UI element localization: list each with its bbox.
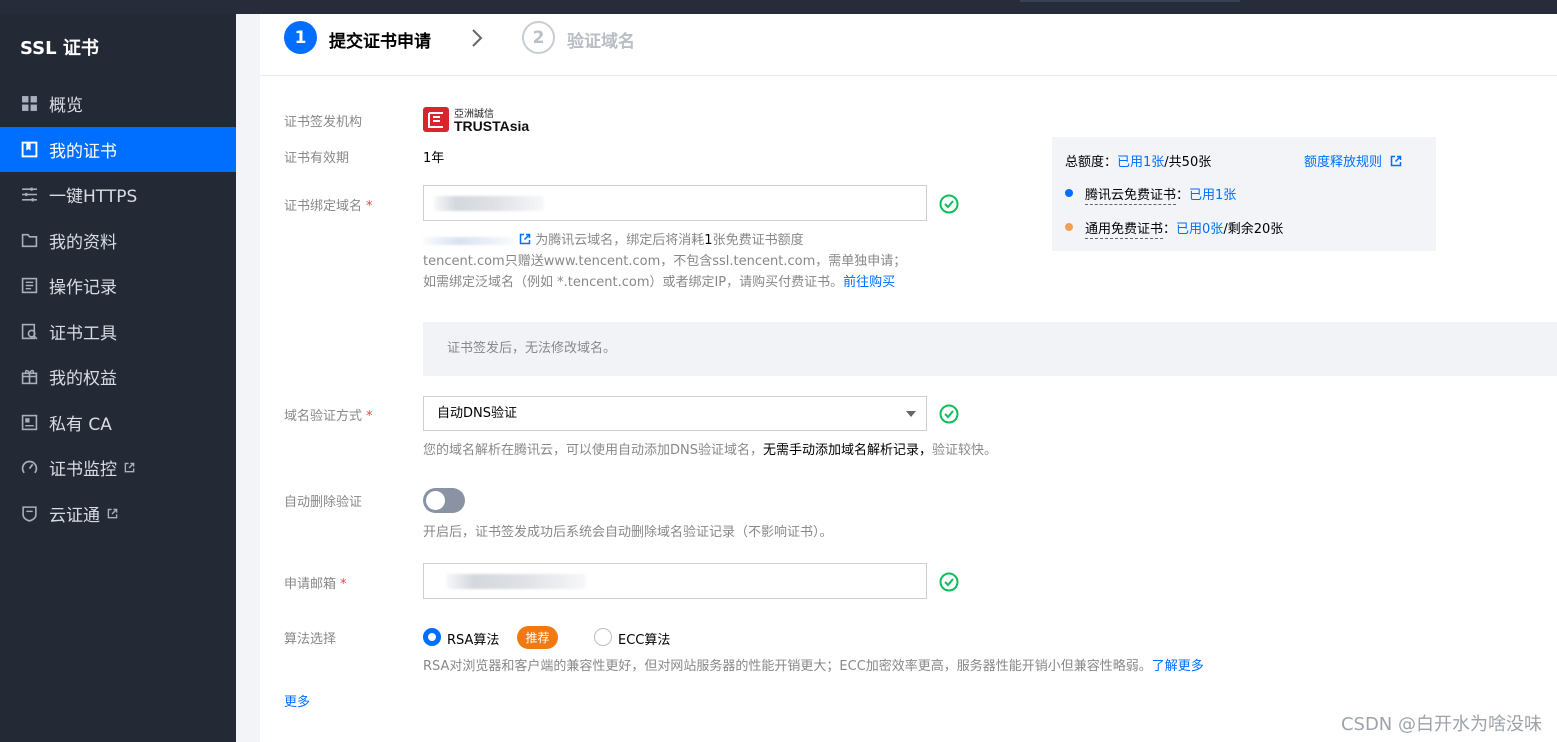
validity-value: 1年 xyxy=(423,151,445,166)
sidebar-item-label: 操作记录 xyxy=(49,278,117,298)
recommend-badge: 推荐 xyxy=(517,626,558,649)
learn-more-link[interactable]: 了解更多 xyxy=(1152,659,1204,674)
gift-icon xyxy=(20,368,38,386)
sidebar-item-cloud-cert[interactable]: 云证通 xyxy=(0,491,236,536)
external-link-icon xyxy=(1390,155,1402,167)
autodel-hint: 开启后，证书签发成功后系统会自动删除域名验证记录（不影响证书）。 xyxy=(423,525,833,540)
bookmark-icon xyxy=(20,141,38,159)
domain-notice: 证书签发后，无法修改域名。 xyxy=(423,322,1557,376)
rsa-label[interactable]: RSA算法 xyxy=(447,629,499,648)
more-link[interactable]: 更多 xyxy=(284,691,310,710)
sidebar-item-label: 一键HTTPS xyxy=(49,187,138,207)
sidebar-item-label: 云证通 xyxy=(49,506,100,526)
external-link-icon[interactable] xyxy=(519,233,531,245)
algo-label: 算法选择 xyxy=(284,632,337,647)
ecc-label[interactable]: ECC算法 xyxy=(618,629,670,648)
sidebar: SSL 证书 概览 我的证书 一键HTTPS 我的资料 操作记录 证书工具 我的… xyxy=(0,14,236,742)
sidebar-item-cert-tools[interactable]: 证书工具 xyxy=(0,309,236,354)
external-link-icon xyxy=(124,462,135,473)
sidebar-item-label: 概览 xyxy=(49,96,83,116)
autodel-toggle[interactable] xyxy=(423,488,465,513)
buy-link[interactable]: 前往购买 xyxy=(843,275,895,290)
cloud-cert-icon xyxy=(20,505,38,523)
trustasia-logo: 亞洲誠信 TRUSTAsia xyxy=(423,106,545,134)
chevron-right-icon xyxy=(472,29,483,47)
sidebar-item-label: 证书工具 xyxy=(49,324,117,344)
sidebar-item-label: 我的证书 xyxy=(49,142,117,162)
sidebar-item-private-ca[interactable]: 私有 CA xyxy=(0,400,236,445)
sliders-icon xyxy=(20,186,38,204)
top-bar-search-segment xyxy=(1020,0,1240,2)
folder-icon xyxy=(20,232,38,250)
sidebar-item-label: 我的权益 xyxy=(49,369,117,389)
top-bar xyxy=(0,0,1557,14)
quota-dot-general xyxy=(1065,223,1073,231)
main-panel: 1 提交证书申请 2 验证域名 证书签发机构 亞洲誠信 TRUSTAsia 证书… xyxy=(260,14,1557,742)
ca-icon xyxy=(20,414,38,432)
quota-dot-tencent xyxy=(1065,189,1073,197)
redacted-domain xyxy=(434,196,544,211)
domain-hint-line-2: tencent.com只赠送www.tencent.com，不包含ssl.ten… xyxy=(423,254,907,269)
domain-label: 证书绑定域名 * xyxy=(284,199,373,214)
verify-label: 域名验证方式 * xyxy=(284,409,373,424)
quota-total: 总额度：已用1张/共50张 xyxy=(1065,155,1212,170)
quota-row-tencent: 腾讯云免费证书：已用1张 xyxy=(1085,188,1237,205)
quota-card: 总额度：已用1张/共50张 额度释放规则 腾讯云免费证书：已用1张 通用免费证书… xyxy=(1052,137,1436,251)
steps-bar: 1 提交证书申请 2 验证域名 xyxy=(260,14,1557,76)
domain-hint: 为腾讯云域名，绑定后将消耗1张免费证书额度 tencent.com只赠送www.… xyxy=(423,230,906,293)
grid-icon xyxy=(20,95,38,113)
tool-icon xyxy=(20,323,38,341)
sidebar-item-logs[interactable]: 操作记录 xyxy=(0,263,236,308)
sidebar-item-my-certs[interactable]: 我的证书 xyxy=(0,127,236,172)
sidebar-title: SSL 证书 xyxy=(20,38,99,59)
sidebar-item-https[interactable]: 一键HTTPS xyxy=(0,172,236,217)
external-link-icon xyxy=(107,508,118,519)
issuer-label: 证书签发机构 xyxy=(284,115,363,130)
sidebar-item-label: 证书监控 xyxy=(49,460,117,480)
redacted-domain-link xyxy=(423,236,515,245)
sidebar-item-my-info[interactable]: 我的资料 xyxy=(0,218,236,263)
sidebar-item-benefits[interactable]: 我的权益 xyxy=(0,354,236,399)
quota-row-general: 通用免费证书：已用0张/剩余20张 xyxy=(1085,222,1284,239)
ecc-radio[interactable] xyxy=(594,628,612,646)
rsa-radio[interactable] xyxy=(423,628,441,646)
svg-text:TRUSTAsia: TRUSTAsia xyxy=(454,118,529,134)
domain-hint-line-1: 为腾讯云域名，绑定后将消耗1张免费证书额度 xyxy=(423,230,906,251)
validity-label: 证书有效期 xyxy=(284,151,350,166)
toggle-knob xyxy=(426,491,445,510)
email-input[interactable] xyxy=(423,563,927,599)
email-label: 申请邮箱 * xyxy=(284,577,347,592)
log-icon xyxy=(20,277,38,295)
autodel-label: 自动删除验证 xyxy=(284,495,363,510)
step-2-indicator: 2 xyxy=(522,21,555,54)
check-circle-icon xyxy=(939,572,959,592)
step-2-label: 验证域名 xyxy=(567,32,635,52)
monitor-icon xyxy=(20,459,38,477)
verify-method-select[interactable]: 自动DNS验证 xyxy=(423,396,927,431)
watermark: CSDN @白开水为啥没味 xyxy=(1340,714,1542,735)
domain-input[interactable] xyxy=(423,185,927,221)
check-circle-icon xyxy=(939,194,959,214)
check-circle-icon xyxy=(939,404,959,424)
quota-rules-link[interactable]: 额度释放规则 xyxy=(1304,151,1402,170)
caret-down-icon xyxy=(906,411,916,417)
sidebar-item-label: 私有 CA xyxy=(49,415,112,435)
sidebar-item-overview[interactable]: 概览 xyxy=(0,81,236,126)
sidebar-item-monitor[interactable]: 证书监控 xyxy=(0,445,236,490)
verify-hint: 您的域名解析在腾讯云，可以使用自动添加DNS验证域名，无需手动添加域名解析记录，… xyxy=(423,443,998,458)
sidebar-item-label: 我的资料 xyxy=(49,233,117,253)
step-1-indicator: 1 xyxy=(284,21,317,54)
step-1-label: 提交证书申请 xyxy=(329,32,431,52)
algo-hint: RSA对浏览器和客户端的兼容性更好，但对网站服务器的性能开销更大；ECC加密效率… xyxy=(423,659,1204,674)
domain-hint-line-3: 如需绑定泛域名（例如 *.tencent.com）或者绑定IP，请购买付费证书。… xyxy=(423,275,896,290)
redacted-email xyxy=(446,574,586,589)
